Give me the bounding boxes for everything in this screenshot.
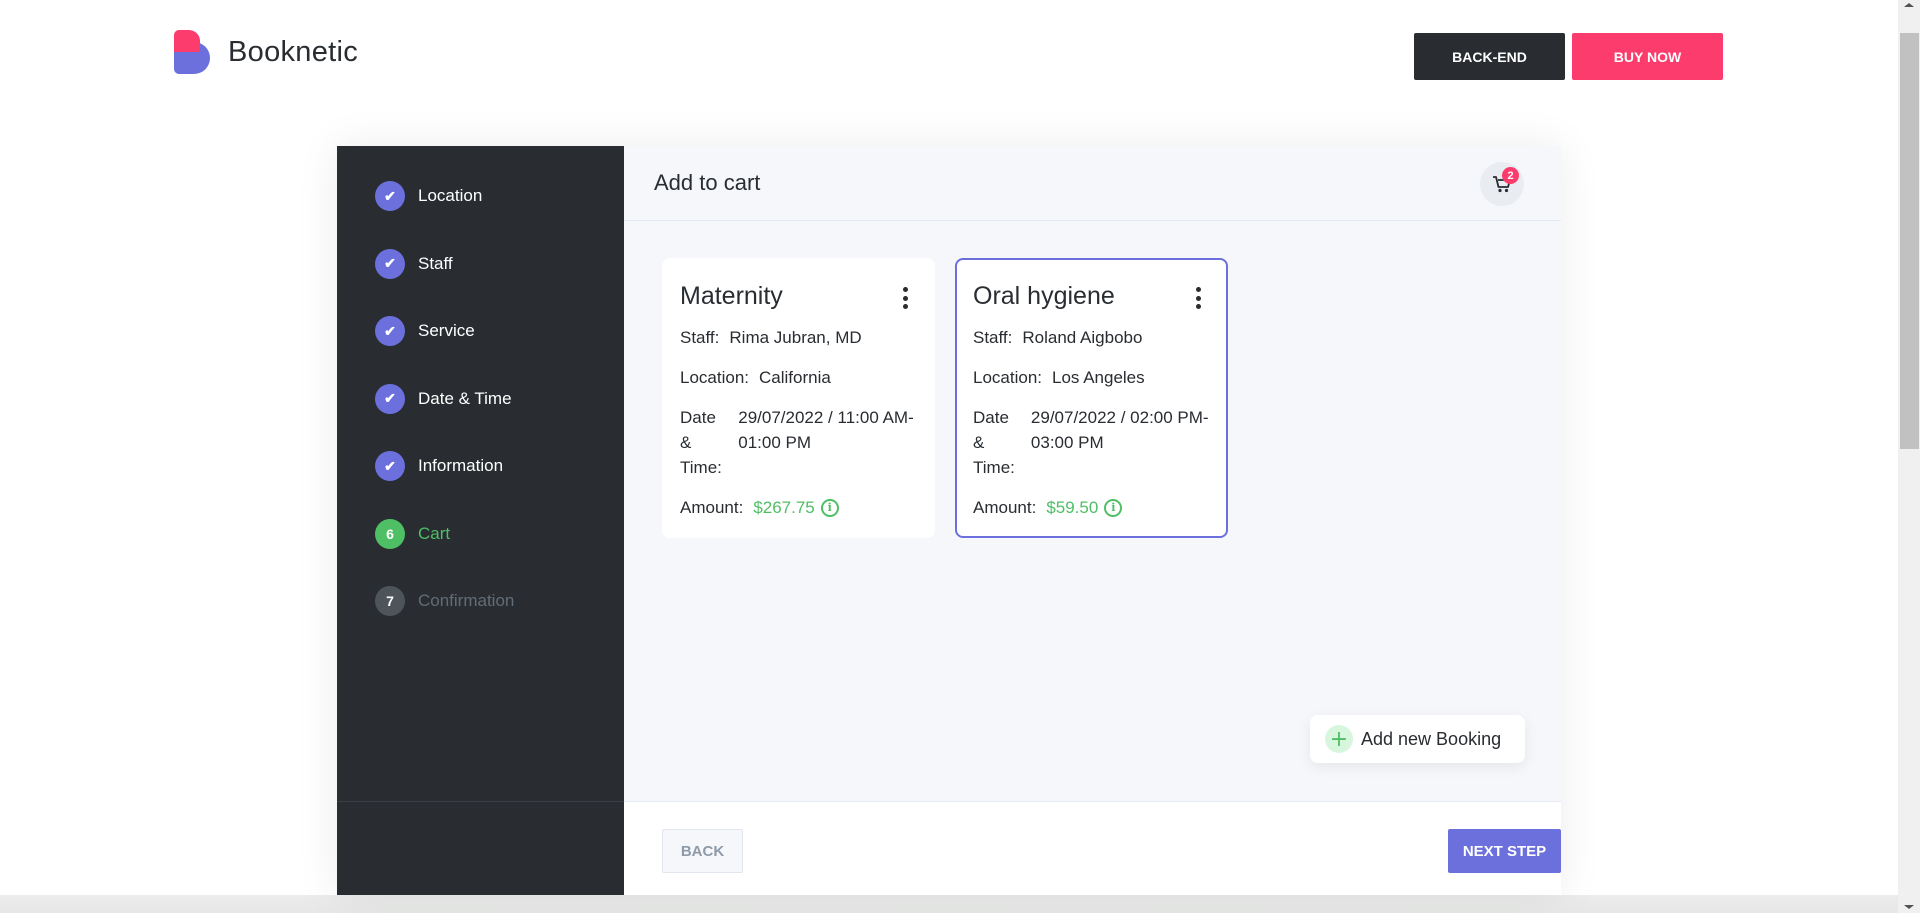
add-new-booking-button[interactable]: + Add new Booking — [1310, 715, 1525, 763]
step-location[interactable]: ✔ Location — [337, 181, 624, 211]
step-number: 7 — [375, 586, 405, 616]
check-icon: ✔ — [375, 316, 405, 346]
back-button[interactable]: BACK — [662, 829, 743, 873]
cart-button[interactable]: 2 — [1480, 162, 1524, 206]
booknetic-logo-icon — [174, 30, 212, 74]
step-list: ✔ Location ✔ Staff ✔ Service ✔ Date & Ti… — [337, 146, 624, 616]
datetime-value: 29/07/2022 / 11:00 AM-01:00 PM — [738, 408, 914, 452]
step-confirmation[interactable]: 7 Confirmation — [337, 586, 624, 616]
booking-panel: ✔ Location ✔ Staff ✔ Service ✔ Date & Ti… — [337, 146, 1561, 895]
brand-logo[interactable]: Booknetic — [174, 30, 358, 74]
step-label: Service — [418, 321, 475, 340]
service-name: Maternity — [680, 282, 783, 310]
check-icon: ✔ — [375, 248, 405, 279]
sidebar-footer — [337, 801, 624, 895]
step-service[interactable]: ✔ Service — [337, 316, 624, 346]
info-icon[interactable]: i — [1104, 498, 1123, 517]
check-icon: ✔ — [375, 181, 405, 211]
step-label: Information — [418, 456, 504, 475]
vertical-scrollbar[interactable] — [1898, 0, 1920, 913]
staff-row: Staff: Rima Jubran, MD — [680, 325, 917, 350]
cart-count-badge: 2 — [1502, 167, 1519, 184]
cart-items: Maternity Staff: Rima Jubran, MD Locatio… — [662, 258, 1228, 538]
step-label: Confirmation — [418, 591, 515, 610]
step-staff[interactable]: ✔ Staff — [337, 248, 624, 279]
step-label: Cart — [418, 523, 451, 543]
step-information[interactable]: ✔ Information — [337, 451, 624, 481]
scroll-down-arrow-icon[interactable] — [1904, 905, 1914, 909]
amount-row: Amount: $59.50 i — [973, 495, 1210, 520]
more-options-icon[interactable] — [901, 287, 909, 309]
main-content: Add to cart 2 Maternity Staff: Rima Jubr… — [624, 146, 1561, 895]
location-value: California — [759, 368, 831, 387]
step-date-time[interactable]: ✔ Date & Time — [337, 383, 624, 414]
location-label: Location: — [973, 368, 1042, 387]
check-icon: ✔ — [375, 451, 405, 481]
step-label: Staff — [418, 253, 453, 273]
next-step-button[interactable]: NEXT STEP — [1448, 829, 1561, 873]
staff-value: Rima Jubran, MD — [729, 328, 862, 347]
step-number: 6 — [375, 518, 405, 549]
staff-label: Staff: — [973, 328, 1013, 347]
plus-icon: + — [1325, 725, 1353, 753]
amount-row: Amount: $267.75 i — [680, 495, 917, 520]
step-label: Date & Time — [418, 388, 512, 408]
datetime-label: Date & Time: — [973, 408, 1015, 477]
info-icon[interactable]: i — [820, 498, 839, 517]
brand-name: Booknetic — [228, 35, 359, 68]
location-value: Los Angeles — [1052, 368, 1145, 387]
amount-value: $59.50 — [1046, 498, 1099, 517]
datetime-row: Date & Time: 29/07/2022 / 11:00 AM-01:00… — [680, 405, 917, 480]
scrollbar-thumb[interactable] — [1900, 33, 1919, 449]
staff-label: Staff: — [680, 328, 720, 347]
location-label: Location: — [680, 368, 749, 387]
location-row: Location: Los Angeles — [973, 365, 1210, 390]
cart-item-card[interactable]: Oral hygiene Staff: Roland Aigbobo Locat… — [955, 258, 1228, 538]
buy-now-button[interactable]: BUY NOW — [1572, 33, 1723, 80]
add-booking-label: Add new Booking — [1361, 728, 1502, 749]
step-cart[interactable]: 6 Cart — [337, 518, 624, 549]
cart-item-card[interactable]: Maternity Staff: Rima Jubran, MD Locatio… — [662, 258, 935, 538]
datetime-value: 29/07/2022 / 02:00 PM-03:00 PM — [1030, 408, 1209, 452]
location-row: Location: California — [680, 365, 917, 390]
scroll-up-arrow-icon[interactable] — [1904, 3, 1914, 7]
steps-sidebar: ✔ Location ✔ Staff ✔ Service ✔ Date & Ti… — [337, 146, 624, 895]
amount-value: $267.75 — [753, 498, 815, 517]
page-title: Add to cart — [654, 170, 761, 195]
check-icon: ✔ — [375, 383, 405, 414]
main-footer: BACK NEXT STEP — [624, 801, 1561, 895]
datetime-row: Date & Time: 29/07/2022 / 02:00 PM-03:00… — [973, 405, 1210, 480]
page-background — [0, 895, 1898, 913]
main-header: Add to cart 2 — [624, 146, 1561, 221]
staff-row: Staff: Roland Aigbobo — [973, 325, 1210, 350]
step-label: Location — [418, 186, 483, 205]
back-end-button[interactable]: BACK-END — [1414, 33, 1565, 80]
amount-label: Amount: — [973, 498, 1037, 517]
more-options-icon[interactable] — [1194, 287, 1202, 309]
datetime-label: Date & Time: — [680, 408, 722, 477]
amount-label: Amount: — [680, 498, 744, 517]
staff-value: Roland Aigbobo — [1022, 328, 1143, 347]
service-name: Oral hygiene — [973, 282, 1115, 310]
